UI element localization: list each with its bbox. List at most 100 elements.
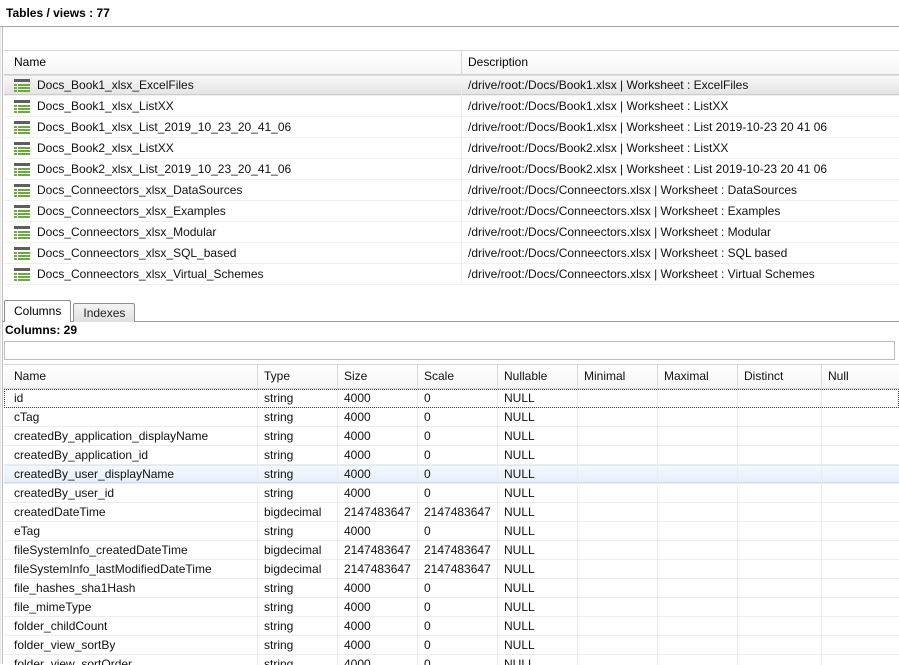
columns-header-minimal[interactable]: Minimal [578, 365, 658, 388]
cell-size: 2147483647 [338, 503, 418, 521]
table-row[interactable]: Docs_Book2_xlsx_ListXX/drive/root:/Docs/… [4, 138, 899, 159]
page-title: Tables / views : 77 [6, 6, 110, 20]
tab-pane-border [2, 321, 899, 322]
column-row[interactable]: createdBy_application_idstring40000NULL [4, 446, 899, 465]
table-description: /drive/root:/Docs/Conneectors.xlsx | Wor… [462, 180, 899, 200]
cell-minimal [578, 617, 658, 635]
cell-null [822, 446, 899, 464]
cell-nullable: NULL [498, 465, 578, 483]
cell-size: 4000 [338, 484, 418, 502]
cell-scale: 2147483647 [418, 503, 498, 521]
column-row[interactable]: fileSystemInfo_createdDateTimebigdecimal… [4, 541, 899, 560]
cell-null [822, 636, 899, 654]
table-row[interactable]: Docs_Book1_xlsx_ListXX/drive/root:/Docs/… [4, 96, 899, 117]
columns-header-type[interactable]: Type [258, 365, 338, 388]
cell-nullable: NULL [498, 617, 578, 635]
cell-type: string [258, 579, 338, 597]
table-description: /drive/root:/Docs/Book1.xlsx | Worksheet… [462, 75, 899, 95]
table-row[interactable]: Docs_Conneectors_xlsx_DataSources/drive/… [4, 180, 899, 201]
table-icon [14, 205, 30, 218]
cell-size: 4000 [338, 579, 418, 597]
tables-header-description[interactable]: Description [462, 51, 899, 74]
column-row[interactable]: eTagstring40000NULL [4, 522, 899, 541]
columns-header-name[interactable]: Name [4, 365, 258, 388]
tab-columns[interactable]: Columns [4, 300, 71, 322]
columns-header-distinct[interactable]: Distinct [738, 365, 822, 388]
tables-grid-header: Name Description [4, 51, 899, 75]
cell-distinct [738, 636, 822, 654]
cell-size: 4000 [338, 408, 418, 426]
columns-header-null[interactable]: Null [822, 365, 899, 388]
cell-maximal [658, 636, 738, 654]
table-row[interactable]: Docs_Conneectors_xlsx_SQL_based/drive/ro… [4, 243, 899, 264]
column-row[interactable]: fileSystemInfo_lastModifiedDateTimebigde… [4, 560, 899, 579]
cell-nullable: NULL [498, 579, 578, 597]
cell-minimal [578, 465, 658, 483]
column-row[interactable]: folder_view_sortBystring40000NULL [4, 636, 899, 655]
cell-null [822, 560, 899, 578]
cell-nullable: NULL [498, 408, 578, 426]
tab-indexes[interactable]: Indexes [73, 303, 135, 322]
column-row[interactable]: file_hashes_sha1Hashstring40000NULL [4, 579, 899, 598]
columns-header-size[interactable]: Size [338, 365, 418, 388]
cell-minimal [578, 636, 658, 654]
cell-nullable: NULL [498, 446, 578, 464]
column-row[interactable]: file_mimeTypestring40000NULL [4, 598, 899, 617]
cell-minimal [578, 389, 658, 407]
cell-type: string [258, 427, 338, 445]
cell-null [822, 484, 899, 502]
cell-nullable: NULL [498, 636, 578, 654]
cell-scale: 2147483647 [418, 560, 498, 578]
cell-maximal [658, 541, 738, 559]
panel-left-border [2, 27, 3, 664]
cell-maximal [658, 503, 738, 521]
column-row[interactable]: folder_childCountstring40000NULL [4, 617, 899, 636]
table-row[interactable]: Docs_Book1_xlsx_ExcelFiles/drive/root:/D… [4, 75, 899, 96]
cell-minimal [578, 408, 658, 426]
columns-body: idstring40000NULLcTagstring40000NULLcrea… [4, 389, 899, 665]
columns-header-nullable[interactable]: Nullable [498, 365, 578, 388]
table-name-cell: Docs_Book1_xlsx_ListXX [4, 96, 462, 116]
cell-name: eTag [4, 522, 258, 540]
columns-header-scale[interactable]: Scale [418, 365, 498, 388]
cell-size: 2147483647 [338, 541, 418, 559]
cell-type: string [258, 389, 338, 407]
column-row[interactable]: createdBy_application_displayNamestring4… [4, 427, 899, 446]
cell-type: bigdecimal [258, 560, 338, 578]
cell-scale: 2147483647 [418, 541, 498, 559]
table-row[interactable]: Docs_Conneectors_xlsx_Virtual_Schemes/dr… [4, 264, 899, 285]
column-row[interactable]: idstring40000NULL [4, 389, 899, 408]
column-row[interactable]: createdBy_user_displayNamestring40000NUL… [4, 465, 899, 484]
cell-name: createdBy_application_displayName [4, 427, 258, 445]
table-row[interactable]: Docs_Book2_xlsx_List_2019_10_23_20_41_06… [4, 159, 899, 180]
table-row[interactable]: Docs_Book1_xlsx_List_2019_10_23_20_41_06… [4, 117, 899, 138]
tables-header-name[interactable]: Name [4, 51, 462, 74]
panel-left-edge [0, 27, 1, 664]
cell-maximal [658, 446, 738, 464]
column-row[interactable]: createdDateTimebigdecimal214748364721474… [4, 503, 899, 522]
cell-distinct [738, 446, 822, 464]
cell-size: 4000 [338, 446, 418, 464]
table-row[interactable]: Docs_Conneectors_xlsx_Examples/drive/roo… [4, 201, 899, 222]
table-description: /drive/root:/Docs/Book2.xlsx | Worksheet… [462, 159, 899, 179]
cell-distinct [738, 617, 822, 635]
table-name-cell: Docs_Conneectors_xlsx_Examples [4, 201, 462, 221]
column-row[interactable]: createdBy_user_idstring40000NULL [4, 484, 899, 503]
cell-type: bigdecimal [258, 541, 338, 559]
cell-scale: 0 [418, 636, 498, 654]
cell-name: createdBy_application_id [4, 446, 258, 464]
table-name-cell: Docs_Conneectors_xlsx_Modular [4, 222, 462, 242]
cell-type: string [258, 408, 338, 426]
table-icon [14, 247, 30, 260]
columns-header-maximal[interactable]: Maximal [658, 365, 738, 388]
cell-scale: 0 [418, 465, 498, 483]
cell-type: string [258, 617, 338, 635]
cell-minimal [578, 598, 658, 616]
table-row[interactable]: Docs_Conneectors_xlsx_Modular/drive/root… [4, 222, 899, 243]
cell-name: file_mimeType [4, 598, 258, 616]
column-row[interactable]: cTagstring40000NULL [4, 408, 899, 427]
table-description: /drive/root:/Docs/Conneectors.xlsx | Wor… [462, 243, 899, 263]
tables-body: Docs_Book1_xlsx_ExcelFiles/drive/root:/D… [4, 75, 899, 285]
table-description: /drive/root:/Docs/Conneectors.xlsx | Wor… [462, 201, 899, 221]
table-name: Docs_Conneectors_xlsx_Examples [37, 204, 226, 218]
